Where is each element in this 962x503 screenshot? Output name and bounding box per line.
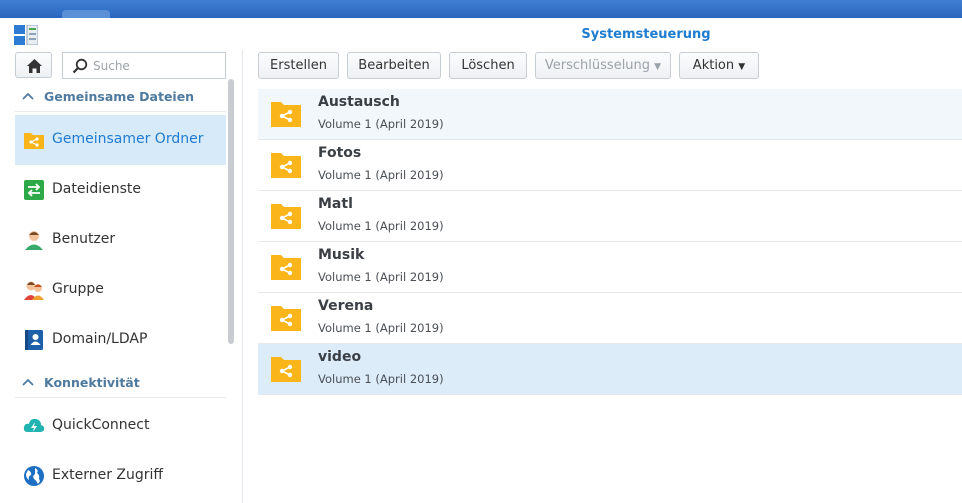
sidebar-item-label: QuickConnect <box>52 417 150 433</box>
list-item[interactable]: Verena Volume 1 (April 2019) <box>258 293 962 344</box>
quickconnect-icon <box>23 418 45 432</box>
shared-folder-icon <box>271 255 301 280</box>
sidebar-item-file-services[interactable]: Dateidienste <box>15 165 226 215</box>
chevron-up-icon <box>22 378 34 386</box>
caret-down-icon: ▼ <box>738 62 746 72</box>
chevron-up-icon <box>22 92 34 100</box>
group-icon <box>24 281 44 300</box>
search-input[interactable]: Suche <box>62 52 226 79</box>
section-shared-files[interactable]: Gemeinsame Dateien <box>15 83 226 112</box>
list-item[interactable]: video Volume 1 (April 2019) <box>258 344 962 395</box>
sidebar-item-label: Externer Zugriff <box>52 467 164 483</box>
edit-button[interactable]: Bearbeiten <box>347 52 441 79</box>
sidebar-item-user[interactable]: Benutzer <box>15 215 226 265</box>
sidebar-item-quickconnect[interactable]: QuickConnect <box>15 401 226 451</box>
folder-location: Volume 1 (April 2019) <box>318 117 444 131</box>
sidebar-item-label: Gruppe <box>52 281 104 297</box>
sidebar-item-domain-ldap[interactable]: Domain/LDAP <box>15 315 226 365</box>
create-button[interactable]: Erstellen <box>258 52 339 79</box>
section-label: Konnektivität <box>44 375 140 390</box>
shared-folder-icon <box>271 204 301 229</box>
window-title-bar: Systemsteuerung <box>0 18 962 50</box>
shared-folder-icon <box>271 357 301 382</box>
list-item[interactable]: Matl Volume 1 (April 2019) <box>258 191 962 242</box>
home-icon <box>27 59 42 73</box>
search-icon <box>72 58 88 74</box>
section-connectivity[interactable]: Konnektivität <box>15 369 226 398</box>
sidebar-item-external-access[interactable]: Externer Zugriff <box>15 451 226 501</box>
domain-ldap-icon <box>25 330 43 350</box>
caret-down-icon: ▼ <box>654 62 662 72</box>
shared-folder-icon <box>271 102 301 127</box>
folder-location: Volume 1 (April 2019) <box>318 219 444 233</box>
action-dropdown[interactable]: Aktion ▼ <box>679 52 759 79</box>
sidebar-item-label: Dateidienste <box>52 181 142 197</box>
sidebar-item-shared-folder[interactable]: Gemeinsamer Ordner <box>15 115 226 165</box>
browser-top-bar <box>0 0 962 18</box>
folder-location: Volume 1 (April 2019) <box>318 270 444 284</box>
folder-location: Volume 1 (April 2019) <box>318 168 444 182</box>
folder-location: Volume 1 (April 2019) <box>318 321 444 335</box>
shared-folder-icon <box>24 133 44 149</box>
delete-button[interactable]: Löschen <box>449 52 527 79</box>
shared-folder-icon <box>271 306 301 331</box>
section-label: Gemeinsame Dateien <box>44 89 195 104</box>
sidebar-item-label: Gemeinsamer Ordner <box>52 131 204 147</box>
shared-folder-icon <box>271 153 301 178</box>
list-item[interactable]: Austausch Volume 1 (April 2019) <box>258 89 962 140</box>
sidebar-item-group[interactable]: Gruppe <box>15 265 226 315</box>
list-item[interactable]: Musik Volume 1 (April 2019) <box>258 242 962 293</box>
file-services-icon <box>24 180 44 200</box>
folder-name: video <box>318 349 362 365</box>
user-icon <box>25 231 43 250</box>
folder-name: Matl <box>318 196 353 212</box>
encryption-label: Verschlüsselung <box>544 58 651 73</box>
globe-icon <box>24 466 44 486</box>
list-item[interactable]: Fotos Volume 1 (April 2019) <box>258 140 962 191</box>
search-placeholder: Suche <box>93 59 130 73</box>
folder-location: Volume 1 (April 2019) <box>318 372 444 386</box>
sidebar-item-label: Benutzer <box>52 231 116 247</box>
sidebar: Suche Gemeinsame Dateien Gemeinsamer Ord… <box>0 50 243 503</box>
action-label: Aktion <box>692 58 735 73</box>
encryption-dropdown[interactable]: Verschlüsselung ▼ <box>535 52 671 79</box>
folder-name: Fotos <box>318 145 362 161</box>
sidebar-item-label: Domain/LDAP <box>52 331 148 347</box>
folder-name: Musik <box>318 247 365 263</box>
window-title: Systemsteuerung <box>581 27 711 42</box>
folder-name: Verena <box>318 298 374 314</box>
browser-tab[interactable] <box>62 10 110 18</box>
sidebar-scrollbar[interactable] <box>228 79 234 344</box>
home-button[interactable] <box>15 52 52 78</box>
folder-name: Austausch <box>318 94 400 110</box>
